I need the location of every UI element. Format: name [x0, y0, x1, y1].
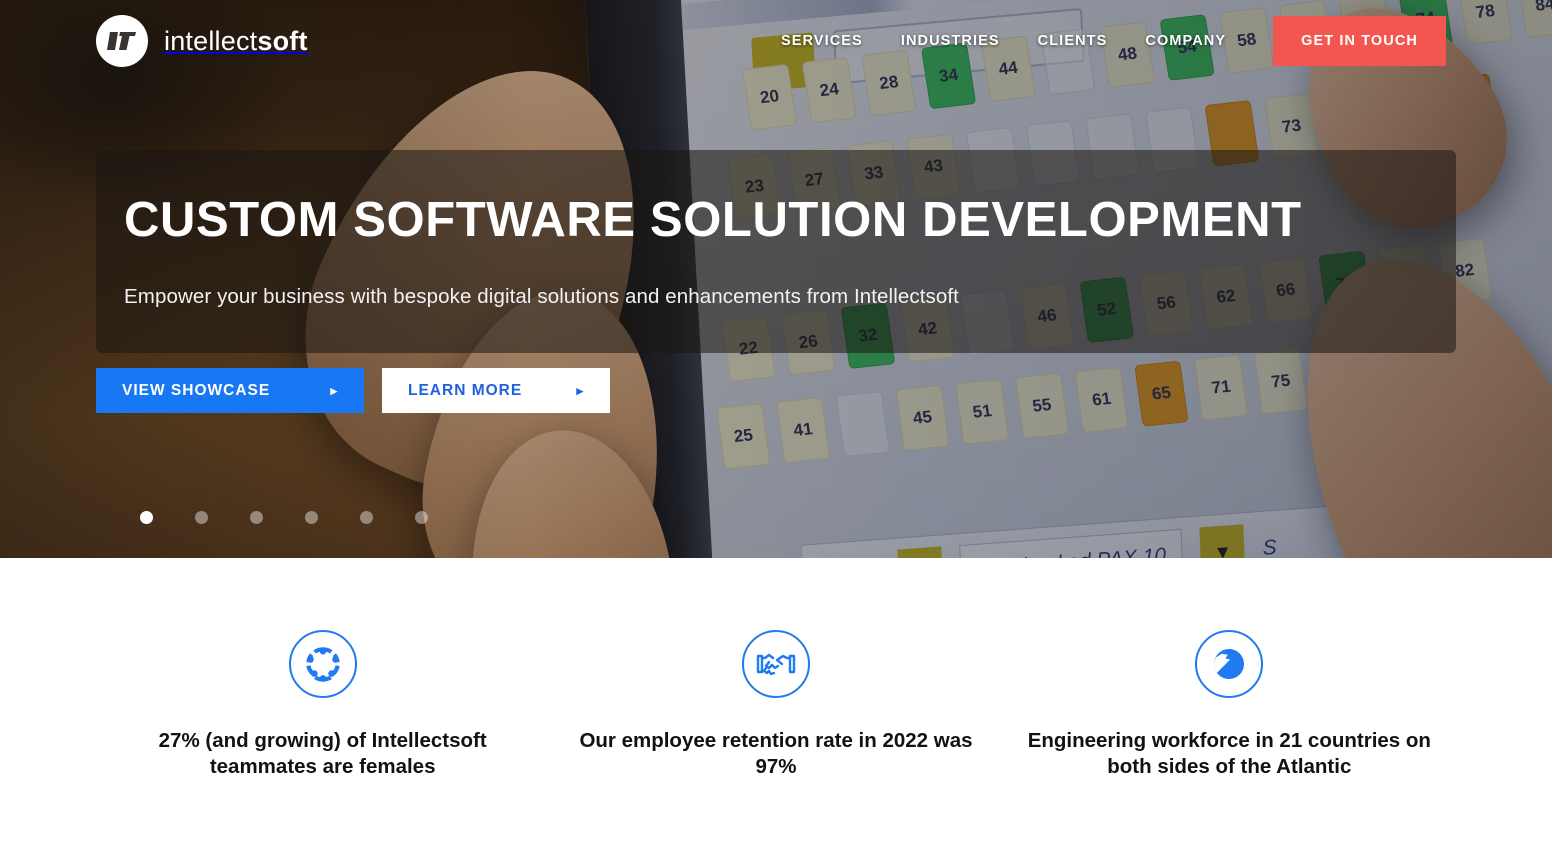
brand-logo[interactable]: intellectsoft [96, 15, 308, 67]
view-showcase-label: VIEW SHOWCASE [122, 381, 271, 399]
chevron-right-icon: ▸ [576, 382, 584, 398]
intellectsoft-monogram-icon [96, 15, 148, 67]
hero-text-panel: CUSTOM SOFTWARE SOLUTION DEVELOPMENT Emp… [96, 150, 1456, 353]
nav-item-industries[interactable]: INDUSTRIES [882, 33, 1019, 49]
view-showcase-button[interactable]: VIEW SHOWCASE ▸ [96, 368, 364, 413]
features-section: 27% (and growing) of Intellectsoft teamm… [0, 558, 1552, 851]
feature-item-retention: Our employee retention rate in 2022 was … [549, 630, 1002, 851]
globe-icon [1195, 630, 1264, 698]
feature-text: 27% (and growing) of Intellectsoft teamm… [158, 729, 487, 779]
get-in-touch-button[interactable]: GET IN TOUCH [1273, 16, 1446, 66]
main-nav: SERVICES INDUSTRIES CLIENTS COMPANY GET … [762, 16, 1552, 66]
carousel-dot-1[interactable] [140, 511, 153, 524]
brand-name: intellectsoft [164, 26, 308, 57]
hero-action-buttons: VIEW SHOWCASE ▸ LEARN MORE ▸ [96, 368, 610, 413]
brand-name-bold: soft [257, 25, 308, 56]
hero-subtitle: Empower your business with bespoke digit… [124, 284, 959, 308]
feature-text: Our employee retention rate in 2022 was … [579, 729, 973, 779]
carousel-dot-2[interactable] [195, 511, 208, 524]
hero-title: CUSTOM SOFTWARE SOLUTION DEVELOPMENT [124, 193, 1302, 247]
carousel-dot-5[interactable] [360, 511, 373, 524]
feature-item-diversity: 27% (and growing) of Intellectsoft teamm… [96, 630, 549, 851]
carousel-pagination [140, 511, 428, 524]
nav-item-clients[interactable]: CLIENTS [1019, 33, 1127, 49]
handshake-icon [741, 630, 810, 698]
top-navigation-bar: intellectsoft SERVICES INDUSTRIES CLIENT… [0, 0, 1552, 82]
team-circle-icon [288, 630, 357, 698]
carousel-dot-3[interactable] [250, 511, 263, 524]
feature-text: Engineering workforce in 21 countries on… [1027, 729, 1431, 779]
chevron-right-icon: ▸ [330, 382, 338, 398]
feature-item-countries: Engineering workforce in 21 countries on… [1003, 630, 1456, 851]
nav-item-company[interactable]: COMPANY [1126, 33, 1245, 49]
carousel-dot-6[interactable] [415, 511, 428, 524]
nav-item-services[interactable]: SERVICES [762, 33, 882, 49]
learn-more-label: LEARN MORE [408, 381, 523, 399]
learn-more-button[interactable]: LEARN MORE ▸ [382, 368, 610, 413]
brand-name-light: intellect [164, 25, 258, 56]
carousel-dot-4[interactable] [305, 511, 318, 524]
hero-section: COACH 18 STANDARD 88 SEATS UK 1 2 3 4 5 … [0, 0, 1552, 558]
